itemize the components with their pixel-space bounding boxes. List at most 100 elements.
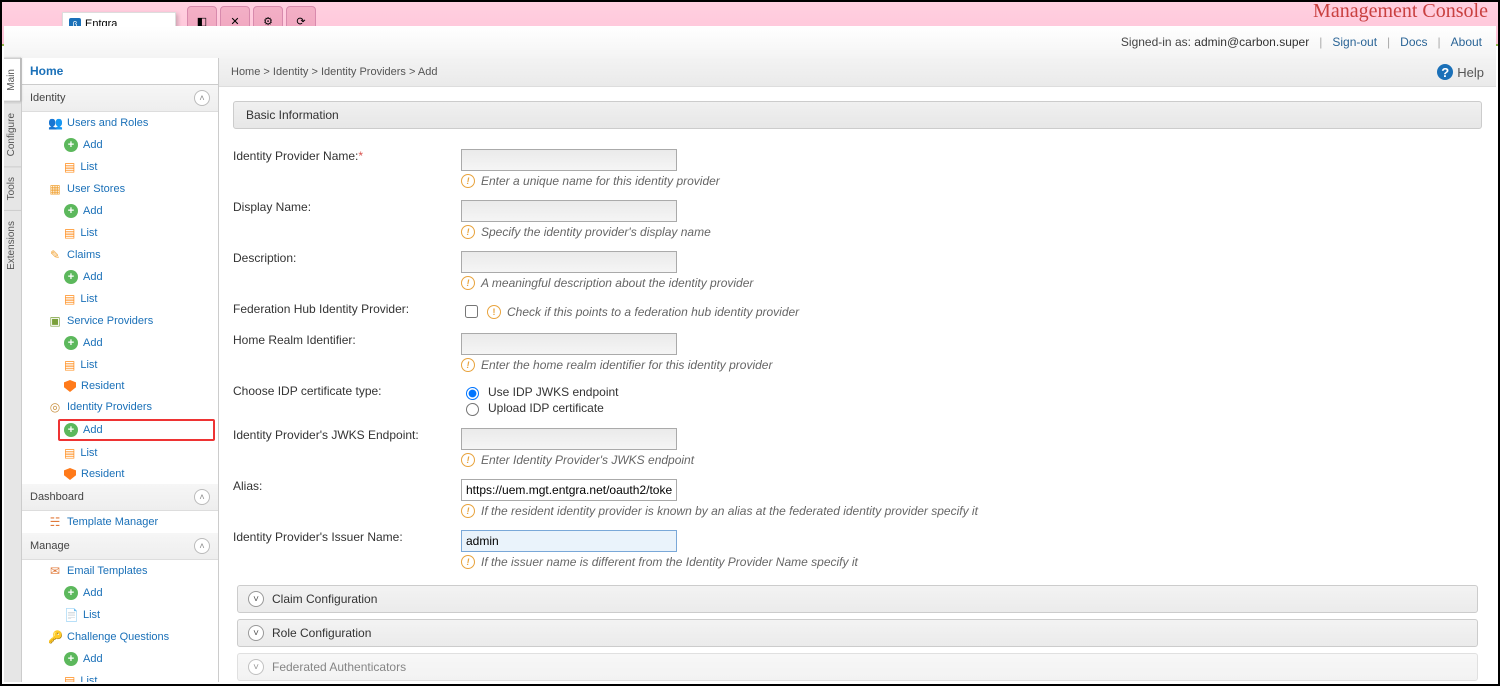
nav-challenge-questions[interactable]: 🔑 Challenge Questions [22,626,218,648]
bc-add: Add [418,66,438,78]
input-home-realm[interactable] [461,333,677,355]
info-icon: ! [461,453,475,467]
idp-icon: ◎ [48,400,62,414]
radio-jwks[interactable] [466,387,479,400]
chevron-up-icon: ˄ [194,90,210,106]
nav-template-manager[interactable]: ☵ Template Manager [22,511,218,533]
nav-sp-add[interactable]: +Add [22,332,218,354]
panel-basic-info: Basic Information [233,101,1482,129]
shield-icon [64,380,76,392]
collapse-claim[interactable]: ˅Claim Configuration [237,585,1478,613]
bc-idps[interactable]: Identity Providers [321,66,406,78]
info-icon: ! [461,276,475,290]
list-icon: ▤ [64,160,75,174]
signed-in-label: Signed-in as: [1121,35,1191,49]
nav-users-roles-add[interactable]: +Add [22,134,218,156]
left-nav: Home Identity ˄ 👥 Users and Roles +Add ▤… [22,58,219,682]
lbl-fed-hub: Federation Hub Identity Provider: [233,296,461,327]
lbl-home-realm: Home Realm Identifier: [233,327,461,378]
about-link[interactable]: About [1451,35,1482,49]
info-icon: ! [461,504,475,518]
nav-claims-add[interactable]: +Add [22,266,218,288]
lbl-alias: Alias: [233,473,461,524]
nav-user-stores-list[interactable]: ▤List [22,222,218,244]
nav-identity-providers[interactable]: ◎ Identity Providers [22,396,218,418]
plus-icon: + [64,270,78,284]
nav-challenge-list[interactable]: ▤List [22,670,218,682]
nav-user-stores-add[interactable]: +Add [22,200,218,222]
plus-icon: + [64,138,78,152]
main-content: Home > Identity > Identity Providers > A… [219,58,1496,682]
input-idp-name[interactable] [461,149,677,171]
app-title: Management Console [1313,0,1488,23]
input-description[interactable] [461,251,677,273]
info-icon: ! [487,305,501,319]
radio-upload[interactable] [466,403,479,416]
header-bar: Signed-in as: admin@carbon.super | Sign-… [4,26,1496,59]
chevron-down-icon: ˅ [248,625,264,641]
nav-email-list[interactable]: 📄List [22,604,218,626]
collapse-federated[interactable]: ˅Federated Authenticators [237,653,1478,681]
signout-link[interactable]: Sign-out [1332,35,1377,49]
nav-challenge-add[interactable]: +Add [22,648,218,670]
info-icon: ! [461,358,475,372]
tab-main[interactable]: Main [4,58,21,102]
nav-users-roles[interactable]: 👥 Users and Roles [22,112,218,134]
lbl-description: Description: [233,245,461,296]
list-icon: ▤ [64,674,75,682]
chk-fed-hub[interactable] [465,305,478,318]
users-icon: 👥 [48,116,62,130]
docs-link[interactable]: Docs [1400,35,1427,49]
help-icon: ? [1437,64,1453,80]
chevron-down-icon: ˅ [248,591,264,607]
plus-icon: + [64,204,78,218]
tab-configure[interactable]: Configure [4,102,21,166]
bc-identity[interactable]: Identity [273,66,308,78]
info-icon: ! [461,174,475,188]
nav-sp-resident[interactable]: Resident [22,376,218,396]
section-manage[interactable]: Manage ˄ [22,533,218,560]
claims-icon: ✎ [48,248,62,262]
nav-user-stores[interactable]: ▦ User Stores [22,178,218,200]
input-display-name[interactable] [461,200,677,222]
sp-icon: ▣ [48,314,62,328]
help-link[interactable]: ? Help [1437,64,1484,80]
shield-icon [64,468,76,480]
lbl-jwks: Identity Provider's JWKS Endpoint: [233,422,461,473]
nav-service-providers[interactable]: ▣ Service Providers [22,310,218,332]
plus-icon: + [64,336,78,350]
chevron-up-icon: ˄ [194,538,210,554]
section-identity[interactable]: Identity ˄ [22,85,218,112]
info-icon: ! [461,225,475,239]
nav-users-roles-list[interactable]: ▤List [22,156,218,178]
list-icon: ▤ [64,226,75,240]
email-icon: ✉ [48,564,62,578]
nav-claims-list[interactable]: ▤List [22,288,218,310]
nav-idp-list[interactable]: ▤List [22,442,218,464]
input-jwks[interactable] [461,428,677,450]
breadcrumb: Home > Identity > Identity Providers > A… [219,58,1496,87]
nav-idp-resident[interactable]: Resident [22,464,218,484]
collapse-role[interactable]: ˅Role Configuration [237,619,1478,647]
section-dashboard[interactable]: Dashboard ˄ [22,484,218,511]
tab-extensions[interactable]: Extensions [4,210,21,280]
nav-sp-list[interactable]: ▤List [22,354,218,376]
nav-claims[interactable]: ✎ Claims [22,244,218,266]
chevron-down-icon: ˅ [248,659,264,675]
tab-tools[interactable]: Tools [4,166,21,210]
lbl-issuer: Identity Provider's Issuer Name: [233,524,461,575]
lbl-cert-type: Choose IDP certificate type: [233,378,461,422]
list-icon: ▤ [64,446,75,460]
nav-email-templates[interactable]: ✉ Email Templates [22,560,218,582]
nav-email-add[interactable]: +Add [22,582,218,604]
bc-home[interactable]: Home [231,66,260,78]
key-icon: 🔑 [48,630,62,644]
signed-in-user: admin@carbon.super [1194,35,1309,49]
list-icon: ▤ [64,358,75,372]
input-issuer[interactable] [461,530,677,552]
template-icon: ☵ [48,515,62,529]
nav-idp-add[interactable]: +Add [58,419,215,441]
nav-home[interactable]: Home [22,58,218,85]
input-alias[interactable] [461,479,677,501]
info-icon: ! [461,555,475,569]
